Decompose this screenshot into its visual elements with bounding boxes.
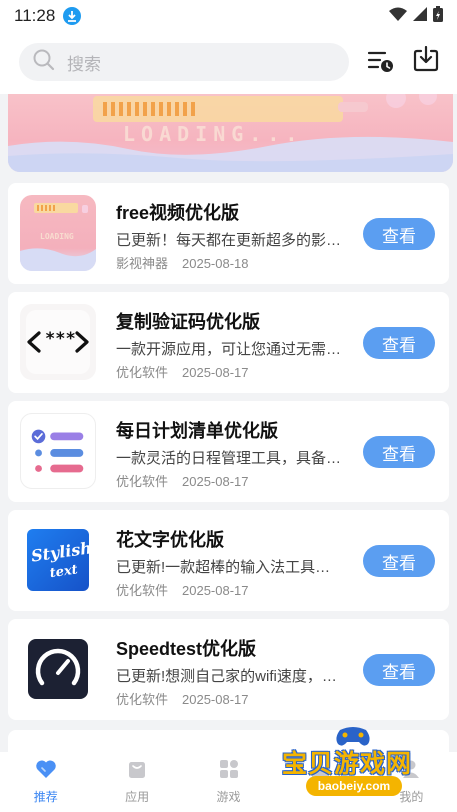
app-meta: 影视神器 2025-08-18 bbox=[116, 253, 249, 272]
site-watermark: 宝贝游戏网 baobeiy.com bbox=[282, 724, 432, 804]
tab-label: 应用 bbox=[125, 790, 150, 804]
watermark-title: 宝贝游戏网 bbox=[282, 750, 413, 778]
heart-icon bbox=[35, 759, 57, 784]
app-date: 2025-08-18 bbox=[182, 256, 249, 271]
list-item[interactable]: LOADING free视频优化版 已更新！每天都在更新超多的影视资源 影视神器… bbox=[8, 183, 449, 284]
svg-text:***: *** bbox=[45, 329, 76, 349]
banner-loading-text: LOADING... bbox=[123, 122, 304, 146]
download-manager-button[interactable] bbox=[411, 45, 441, 77]
view-button[interactable]: 查看 bbox=[363, 436, 435, 468]
watermark-url: baobeiy.com bbox=[306, 776, 402, 796]
list-item[interactable]: *** 复制验证码优化版 一款开源应用，可让您通过无需手动复制 优化软件 2025… bbox=[8, 292, 449, 393]
app-date: 2025-08-17 bbox=[182, 474, 249, 489]
view-button[interactable]: 查看 bbox=[363, 327, 435, 359]
app-description: 一款灵活的日程管理工具，具备多种功能 bbox=[116, 450, 344, 467]
app-description: 一款开源应用，可让您通过无需手动复制 bbox=[116, 341, 344, 358]
tab-label: 推荐 bbox=[33, 790, 58, 804]
search-header: 搜索 bbox=[0, 32, 457, 94]
stylish-text-icon: Stylish text bbox=[20, 522, 96, 598]
download-notification-icon bbox=[63, 7, 82, 25]
app-category: 优化软件 bbox=[116, 583, 169, 598]
signal-icon bbox=[413, 6, 427, 26]
list-item[interactable]: 每日计划清单优化版 一款灵活的日程管理工具，具备多种功能 优化软件 2025-08… bbox=[8, 401, 449, 502]
app-meta: 优化软件 2025-08-17 bbox=[116, 471, 249, 490]
list-item[interactable]: Stylish text 花文字优化版 已更新!一款超棒的输入法工具，可以生成 … bbox=[8, 510, 449, 611]
app-name: Speedtest优化版 bbox=[116, 639, 257, 659]
search-input[interactable]: 搜索 bbox=[19, 43, 349, 81]
status-time: 11:28 bbox=[14, 6, 56, 25]
app-description: 已更新!想测自己家的wifi速度，可以试试 bbox=[116, 668, 344, 685]
app-name: free视频优化版 bbox=[116, 203, 240, 223]
checklist-icon bbox=[20, 413, 96, 489]
speedometer-icon bbox=[20, 631, 96, 707]
search-icon bbox=[33, 49, 55, 76]
list-item[interactable]: Speedtest优化版 已更新!想测自己家的wifi速度，可以试试 优化软件 2… bbox=[8, 619, 449, 720]
view-button[interactable]: 查看 bbox=[363, 654, 435, 686]
app-meta: 优化软件 2025-08-17 bbox=[116, 689, 249, 708]
app-name: 每日计划清单优化版 bbox=[116, 421, 278, 441]
tab-games[interactable]: 游戏 bbox=[183, 752, 274, 812]
app-description: 已更新!一款超棒的输入法工具，可以生成 bbox=[116, 559, 344, 576]
battery-icon bbox=[433, 5, 443, 27]
app-name: 花文字优化版 bbox=[116, 530, 224, 550]
search-placeholder: 搜索 bbox=[67, 54, 101, 74]
svg-text:LOADING: LOADING bbox=[40, 232, 74, 241]
status-bar: 11:28 bbox=[0, 0, 457, 32]
promo-banner[interactable]: LOADING... bbox=[8, 94, 453, 172]
code-brackets-icon: *** bbox=[20, 304, 96, 380]
list-clock-icon bbox=[367, 49, 395, 78]
loading-banner-icon: LOADING bbox=[20, 195, 96, 271]
wifi-icon bbox=[389, 7, 407, 26]
grid-icon bbox=[219, 759, 239, 784]
view-button[interactable]: 查看 bbox=[363, 545, 435, 577]
app-category: 优化软件 bbox=[116, 474, 169, 489]
view-button[interactable]: 查看 bbox=[363, 218, 435, 250]
download-box-icon bbox=[413, 45, 439, 77]
tab-apps[interactable]: 应用 bbox=[91, 752, 182, 812]
app-date: 2025-08-17 bbox=[182, 583, 249, 598]
app-meta: 优化软件 2025-08-17 bbox=[116, 580, 249, 599]
app-description: 已更新！每天都在更新超多的影视资源 bbox=[116, 232, 344, 249]
app-name: 复制验证码优化版 bbox=[116, 312, 260, 332]
app-category: 优化软件 bbox=[116, 692, 169, 707]
app-date: 2025-08-17 bbox=[182, 692, 249, 707]
app-meta: 优化软件 2025-08-17 bbox=[116, 362, 249, 381]
app-date: 2025-08-17 bbox=[182, 365, 249, 380]
app-category: 影视神器 bbox=[116, 256, 169, 271]
tab-label: 游戏 bbox=[216, 790, 241, 804]
app-category: 优化软件 bbox=[116, 365, 169, 380]
tab-recommend[interactable]: 推荐 bbox=[0, 752, 91, 812]
history-list-button[interactable] bbox=[366, 48, 396, 78]
bag-icon bbox=[127, 759, 147, 784]
